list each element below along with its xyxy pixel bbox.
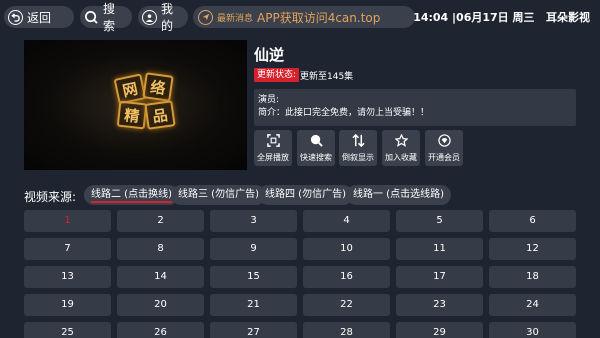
description-box: 演员: 简介：此接口完全免费，请勿上当受骗！！ [254, 89, 576, 126]
search-icon [84, 10, 99, 25]
episode-grid: 1 2 3 4 5 6 7 8 9 10 11 12 13 14 15 16 17 18 19 20 21 22 23 24 2… [24, 210, 576, 338]
mine-label: 我的 [161, 2, 174, 33]
episode-button[interactable]: 7 [24, 238, 111, 260]
back-icon [8, 9, 23, 25]
episode-button[interactable]: 1 [24, 210, 111, 232]
episode-button[interactable]: 18 [489, 266, 576, 288]
search-icon [310, 134, 323, 147]
episode-button[interactable]: 10 [303, 238, 390, 260]
episode-button[interactable]: 15 [210, 266, 297, 288]
message-banner[interactable]: 最新消息 APP获取访问4can.top [193, 6, 415, 28]
episode-button[interactable]: 9 [210, 238, 297, 260]
video-source-label: 视频来源: [24, 190, 77, 204]
intro-line: 简介：此接口完全免费，请勿上当受骗！！ [258, 108, 430, 118]
episode-button[interactable]: 3 [210, 210, 297, 232]
episode-button[interactable]: 29 [396, 322, 483, 338]
line-tab-label: 线路二 (点击换线) [91, 189, 172, 203]
episode-button[interactable]: 17 [396, 266, 483, 288]
fullscreen-icon [267, 134, 280, 147]
message-label: 最新消息 [217, 13, 254, 24]
line-tab-label: 线路四 (勿信广告) [265, 189, 346, 200]
episode-button[interactable]: 26 [117, 322, 204, 338]
clock-text: 14:04 |06月17日 周三 [413, 11, 535, 24]
episode-button[interactable]: 14 [117, 266, 204, 288]
clock-status: 14:04 |06月17日 周三 耳朵影视 [413, 9, 590, 25]
video-poster[interactable]: 网 络 精 品 [24, 40, 247, 170]
update-status-badge: 更新状态: [254, 68, 300, 82]
line-tab-2[interactable]: 线路二 (点击换线) [84, 185, 179, 205]
episode-button[interactable]: 20 [117, 294, 204, 316]
line-tab-label: 线路三 (勿信广告) [178, 189, 259, 200]
action-label-vip: 开通会员 [428, 153, 460, 162]
star-icon [394, 133, 409, 147]
search-button[interactable]: 搜索 [80, 2, 132, 33]
episode-button[interactable]: 22 [303, 294, 390, 316]
video-title: 仙逆 [254, 46, 285, 64]
back-label: 返回 [27, 10, 52, 25]
sort-icon [352, 133, 365, 148]
episode-button[interactable]: 28 [303, 322, 390, 338]
episode-button[interactable]: 8 [117, 238, 204, 260]
mine-button[interactable]: 我的 [138, 2, 188, 33]
line-tab-3[interactable]: 线路三 (勿信广告) [171, 185, 266, 205]
episode-button[interactable]: 12 [489, 238, 576, 260]
episode-button[interactable]: 23 [396, 294, 483, 316]
app-name: 耳朵影视 [546, 11, 590, 24]
user-icon [142, 9, 157, 25]
episode-button[interactable]: 30 [489, 322, 576, 338]
episode-button[interactable]: 27 [210, 322, 297, 338]
message-text: APP获取访问4can.top [257, 10, 381, 25]
line-tab-4[interactable]: 线路四 (勿信广告) [258, 185, 353, 205]
episode-button[interactable]: 11 [396, 238, 483, 260]
line-tab-1[interactable]: 线路一 (点击选线路) [346, 185, 451, 205]
episode-button[interactable]: 21 [210, 294, 297, 316]
episode-button[interactable]: 13 [24, 266, 111, 288]
episode-button[interactable]: 6 [489, 210, 576, 232]
top-bar: 返回 搜索 我的 最新消息 APP获取访问4can.top 14:04 |06月… [0, 0, 600, 34]
episode-button[interactable]: 25 [24, 322, 111, 338]
update-status-text: 更新至145集 [300, 72, 354, 82]
back-button[interactable]: 返回 [4, 6, 74, 28]
line-tab-label: 线路一 (点击选线路) [353, 189, 444, 200]
episode-button[interactable]: 19 [24, 294, 111, 316]
episode-button[interactable]: 24 [489, 294, 576, 316]
episode-button[interactable]: 16 [303, 266, 390, 288]
episode-button[interactable]: 5 [396, 210, 483, 232]
poster-logo: 网 络 精 品 [113, 72, 176, 130]
actor-line: 演员: [258, 95, 280, 105]
send-icon [198, 9, 213, 25]
vip-icon [438, 134, 451, 147]
episode-button[interactable]: 4 [303, 210, 390, 232]
episode-button[interactable]: 2 [117, 210, 204, 232]
search-label: 搜索 [103, 2, 116, 33]
